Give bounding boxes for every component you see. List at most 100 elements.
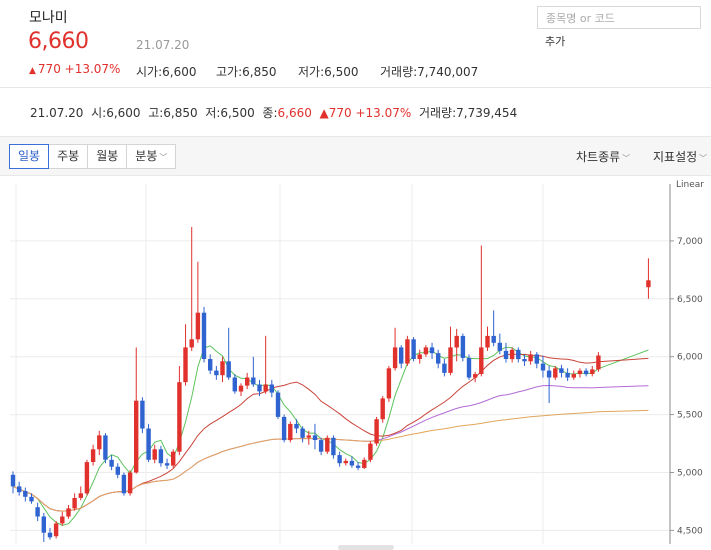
candle-body xyxy=(134,400,139,473)
candle-body xyxy=(349,460,355,466)
candle-body xyxy=(189,339,194,348)
candle-body xyxy=(60,516,65,524)
tab-monthly[interactable]: 월봉 xyxy=(87,144,128,169)
chevron-down-icon: ﹀ xyxy=(699,154,708,163)
candle-body xyxy=(590,369,595,374)
y-tick-label: 6,000 xyxy=(677,353,703,363)
candle-body xyxy=(553,368,558,378)
candle-body xyxy=(454,335,459,348)
quote-date: 21.07.20 xyxy=(136,38,190,52)
period-tabs: 일봉 주봉 월봉 분봉 ﹀ xyxy=(9,144,177,169)
candle-body xyxy=(534,354,539,364)
y-tick-label: 5,500 xyxy=(677,411,703,421)
candle-body xyxy=(23,491,28,497)
candle-body xyxy=(245,377,250,386)
tab-minute[interactable]: 분봉 ﹀ xyxy=(126,144,177,169)
tab-daily[interactable]: 일봉 xyxy=(9,144,50,169)
candle-body xyxy=(546,370,552,378)
candle-body xyxy=(103,435,108,460)
candle-body xyxy=(362,459,367,468)
summary-date: 21.07.20 xyxy=(30,106,84,120)
candle-body xyxy=(448,347,453,373)
volume-value: 7,740,007 xyxy=(417,65,479,79)
candle-body xyxy=(72,498,77,509)
candle-body xyxy=(201,312,207,359)
candle-body xyxy=(306,435,311,438)
chart-type-menu[interactable]: 차트종류 ﹀ xyxy=(576,148,630,165)
candle-body xyxy=(158,449,164,464)
volume-label: 거래량 xyxy=(380,65,414,79)
low-value: 6,500 xyxy=(324,65,359,79)
summary-row: 21.07.20 시:6,600 고:6,850 저:6,500 종:6,660… xyxy=(30,104,517,121)
candle-body xyxy=(127,472,133,494)
y-tick-label: 5,000 xyxy=(677,469,703,479)
open-price: 시가:6,600 xyxy=(136,65,197,79)
candle-body xyxy=(288,423,293,441)
high-label: 고가 xyxy=(216,65,239,79)
candle-body xyxy=(429,347,435,354)
divider xyxy=(0,87,711,88)
candle-body xyxy=(485,335,490,348)
candle-body xyxy=(331,437,336,456)
candle-body xyxy=(257,384,262,392)
candle-body xyxy=(214,370,219,376)
candle-body xyxy=(392,347,398,369)
candle-body xyxy=(164,463,170,466)
candle-body xyxy=(226,361,231,378)
search-box xyxy=(537,6,701,29)
candle-body xyxy=(47,532,53,538)
chevron-down-icon: ﹀ xyxy=(159,153,168,162)
ma120-line xyxy=(12,409,649,512)
chart-canvas[interactable]: 4,500 5,000 5,500 6,000 6,500 7,000 xyxy=(0,178,711,550)
candle-body xyxy=(417,354,422,359)
candle-body xyxy=(343,460,348,464)
candle-body xyxy=(577,370,583,375)
ma20-line xyxy=(12,353,649,512)
candle-body xyxy=(559,368,564,373)
high-price: 고가:6,850 xyxy=(216,65,277,79)
candle-body xyxy=(41,516,46,533)
chart-toolbar: 일봉 주봉 월봉 분봉 ﹀ 차트종류 ﹀ 지표설정 ﹀ xyxy=(0,136,711,176)
candle-body xyxy=(294,423,299,429)
candle-body xyxy=(509,349,515,360)
candle-body xyxy=(596,355,601,370)
candle-body xyxy=(423,347,429,355)
candle-body xyxy=(399,347,404,364)
candle-body xyxy=(386,368,392,399)
candle-body xyxy=(318,440,324,452)
candle-body xyxy=(232,377,237,392)
summary-close: 종:6,660 xyxy=(262,106,312,120)
up-triangle-icon: ▲ xyxy=(319,106,329,120)
candle-body xyxy=(411,339,416,359)
candle-body xyxy=(84,462,90,494)
tab-weekly[interactable]: 주봉 xyxy=(48,144,89,169)
candle-body xyxy=(540,363,546,371)
candle-body xyxy=(380,398,385,420)
add-stock-button[interactable]: 추가 xyxy=(545,33,565,49)
candle-body xyxy=(374,419,379,444)
candle-body xyxy=(238,385,244,392)
y-tick-label: 4,500 xyxy=(677,526,703,536)
indicator-settings-menu[interactable]: 지표설정 ﹀ xyxy=(653,148,707,165)
candle-body xyxy=(522,359,527,362)
candle-body xyxy=(115,466,120,475)
stock-search-input[interactable] xyxy=(538,8,700,29)
candle-body xyxy=(220,361,225,376)
ma60-line xyxy=(12,384,649,512)
open-value: 6,600 xyxy=(162,65,197,79)
candle-body xyxy=(355,465,361,468)
candle-body xyxy=(177,382,182,452)
candle-body xyxy=(337,455,342,464)
candle-body xyxy=(208,359,213,371)
candle-body xyxy=(109,459,114,467)
chart-scrollbar[interactable] xyxy=(338,545,394,550)
candle-body xyxy=(466,357,472,378)
candlestick-chart[interactable]: 4,500 5,000 5,500 6,000 6,500 7,000 Linear xyxy=(0,178,711,550)
candle-body xyxy=(460,335,466,358)
stock-name: 모나미 xyxy=(29,10,68,26)
candle-body xyxy=(121,474,127,494)
candle-body xyxy=(571,374,576,378)
candle-body xyxy=(516,349,521,360)
summary-open: 시:6,600 xyxy=(91,106,141,120)
candle-body xyxy=(251,377,256,385)
